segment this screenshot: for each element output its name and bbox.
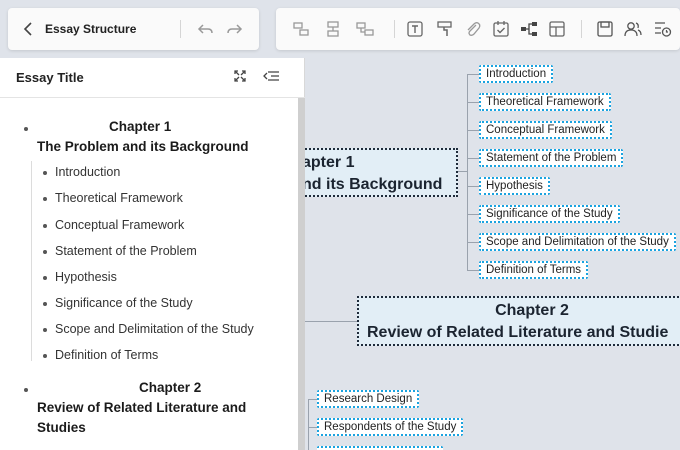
subtopic-introduction[interactable]: Introduction xyxy=(479,65,554,83)
connector-line xyxy=(308,399,317,400)
connector-line xyxy=(467,270,479,271)
subtopic-scope-delimitation[interactable]: Scope and Delimitation of the Study xyxy=(479,233,676,251)
outline-view-icon[interactable] xyxy=(654,20,672,38)
scrollbar-thumb[interactable] xyxy=(298,98,305,450)
connector-line xyxy=(467,74,479,75)
outline-item[interactable]: Definition of Terms xyxy=(55,348,158,362)
subtopic-statement-of-problem[interactable]: Statement of the Problem xyxy=(479,149,624,167)
attachment-icon[interactable] xyxy=(464,20,482,38)
outline-chapter-1-line1[interactable]: Chapter 1 xyxy=(109,119,171,134)
chevron-left-icon[interactable] xyxy=(22,21,36,37)
divider xyxy=(581,20,582,38)
bullet xyxy=(43,250,47,254)
connector-line xyxy=(467,214,479,215)
collapse-panel-icon[interactable] xyxy=(262,68,279,84)
format-painter-icon[interactable] xyxy=(436,20,454,38)
connector-line xyxy=(308,399,309,450)
undo-icon[interactable] xyxy=(197,20,215,38)
bullet xyxy=(43,276,47,280)
outline-chapter-1-line2[interactable]: The Problem and its Background xyxy=(37,139,249,154)
bullet xyxy=(43,224,47,228)
save-icon[interactable] xyxy=(596,20,614,38)
connector-line xyxy=(467,186,479,187)
insert-subtopic-icon[interactable] xyxy=(324,20,342,38)
outline-header: Essay Title xyxy=(0,58,305,98)
outline-item[interactable]: Conceptual Framework xyxy=(55,218,184,232)
connector-line xyxy=(308,427,317,428)
divider xyxy=(180,20,181,38)
layout-icon[interactable] xyxy=(548,20,566,38)
bullet xyxy=(43,171,47,175)
subtopic-partial[interactable] xyxy=(317,446,443,450)
outline-item[interactable]: Scope and Delimitation of the Study xyxy=(55,322,254,336)
subtopic-research-design[interactable]: Research Design xyxy=(317,390,420,408)
subtopic-conceptual-framework[interactable]: Conceptual Framework xyxy=(479,121,612,139)
topic-line: nd its Background xyxy=(302,176,443,193)
connector-line xyxy=(467,242,479,243)
outline-item[interactable]: Statement of the Problem xyxy=(55,244,197,258)
collaborators-icon[interactable] xyxy=(624,20,642,38)
bullet xyxy=(43,302,47,306)
outline-item[interactable]: Introduction xyxy=(55,165,120,179)
subtopic-theoretical-framework[interactable]: Theoretical Framework xyxy=(479,93,611,111)
connector-line xyxy=(467,102,479,103)
task-icon[interactable] xyxy=(492,20,510,38)
document-title[interactable]: Essay Structure xyxy=(45,22,136,36)
redo-icon[interactable] xyxy=(225,20,243,38)
toolbar xyxy=(276,8,680,50)
connector-line xyxy=(457,171,467,172)
outline-item[interactable]: Significance of the Study xyxy=(55,296,193,310)
topic-line: Chapter 2 xyxy=(495,302,569,319)
bullet xyxy=(43,354,47,358)
bullet xyxy=(43,197,47,201)
chapter-2-topic[interactable]: Chapter 2 Review of Related Literature a… xyxy=(357,296,680,346)
outline-panel: Essay Title Chapter 1 The Problem and it… xyxy=(0,58,305,450)
outline-title: Essay Title xyxy=(16,70,84,85)
topic-line: apter 1 xyxy=(302,154,355,171)
bullet xyxy=(24,127,28,131)
scrollbar-track[interactable] xyxy=(298,98,305,450)
title-bar: Essay Structure xyxy=(8,8,259,50)
indent-guide xyxy=(31,161,32,361)
outline-chapter-2-line2[interactable]: Review of Related Literature and xyxy=(37,400,246,415)
insert-floating-icon[interactable] xyxy=(356,20,374,38)
divider xyxy=(394,20,395,38)
subtopic-hypothesis[interactable]: Hypothesis xyxy=(479,177,550,195)
subtopic-respondents[interactable]: Respondents of the Study xyxy=(317,418,464,436)
connector-line xyxy=(305,321,358,322)
outline-item[interactable]: Hypothesis xyxy=(55,270,117,284)
text-box-icon[interactable] xyxy=(406,20,424,38)
topic-line: Review of Related Literature and Studie xyxy=(367,324,669,341)
outline-item[interactable]: Theoretical Framework xyxy=(55,191,183,205)
bullet xyxy=(43,328,47,332)
bullet xyxy=(24,388,28,392)
subtopic-significance[interactable]: Significance of the Study xyxy=(479,205,620,223)
outline-chapter-2-line1[interactable]: Chapter 2 xyxy=(139,380,201,395)
outline-chapter-2-line3[interactable]: Studies xyxy=(37,420,86,435)
expand-icon[interactable] xyxy=(232,68,248,84)
subtopic-definition-of-terms[interactable]: Definition of Terms xyxy=(479,261,589,279)
connector-line xyxy=(467,130,479,131)
insert-topic-icon[interactable] xyxy=(292,20,310,38)
connector-line xyxy=(467,158,479,159)
structure-icon[interactable] xyxy=(520,20,538,38)
